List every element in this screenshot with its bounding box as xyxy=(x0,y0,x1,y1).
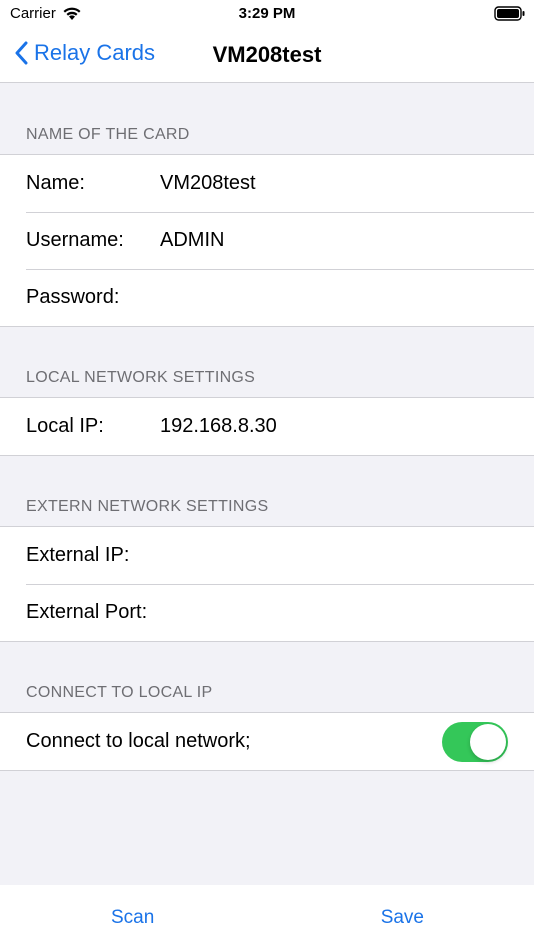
username-label: Username: xyxy=(26,229,124,251)
save-button[interactable]: Save xyxy=(381,907,424,929)
name-field[interactable] xyxy=(160,172,508,195)
navigation-bar: Relay Cards VM208test xyxy=(0,28,534,83)
name-label: Name: xyxy=(26,172,85,194)
local-network-group: Local IP: xyxy=(0,397,534,456)
extern-network-group: External IP: External Port: xyxy=(0,526,534,642)
username-field[interactable] xyxy=(160,229,508,252)
username-row: Username: xyxy=(0,212,534,269)
battery-icon xyxy=(494,6,525,21)
password-label: Password: xyxy=(26,286,120,308)
password-field[interactable] xyxy=(160,286,508,309)
external-ip-label: External IP: xyxy=(26,544,130,566)
scan-button[interactable]: Scan xyxy=(111,907,154,929)
settings-form: NAME OF THE CARD Name: Username: Passwor… xyxy=(0,84,534,771)
connect-row: Connect to local network; xyxy=(0,713,534,770)
section-header-card-name: NAME OF THE CARD xyxy=(26,126,190,143)
password-row: Password: xyxy=(0,269,534,326)
name-row: Name: xyxy=(0,155,534,212)
external-port-label: External Port: xyxy=(26,601,148,623)
status-bar: Carrier 3:29 PM xyxy=(0,0,534,28)
section-header-connect: CONNECT TO LOCAL IP xyxy=(26,684,213,701)
external-port-field[interactable] xyxy=(160,601,508,624)
section-header-extern-network: EXTERN NETWORK SETTINGS xyxy=(26,498,269,515)
local-ip-label: Local IP: xyxy=(26,415,104,437)
connect-local-toggle[interactable] xyxy=(442,721,508,762)
external-ip-field[interactable] xyxy=(160,544,508,567)
connect-label: Connect to local network; xyxy=(26,730,251,752)
page-title: VM208test xyxy=(212,42,322,67)
connect-group: Connect to local network; xyxy=(0,712,534,771)
toggle-knob xyxy=(470,723,506,760)
external-ip-row: External IP: xyxy=(0,527,534,584)
local-ip-field[interactable] xyxy=(160,415,508,438)
bottom-toolbar: Scan Save xyxy=(0,885,534,950)
card-name-group: Name: Username: Password: xyxy=(0,154,534,327)
section-header-local-network: LOCAL NETWORK SETTINGS xyxy=(26,369,256,386)
external-port-row: External Port: xyxy=(0,584,534,641)
clock: 3:29 PM xyxy=(238,5,296,22)
local-ip-row: Local IP: xyxy=(0,398,534,455)
